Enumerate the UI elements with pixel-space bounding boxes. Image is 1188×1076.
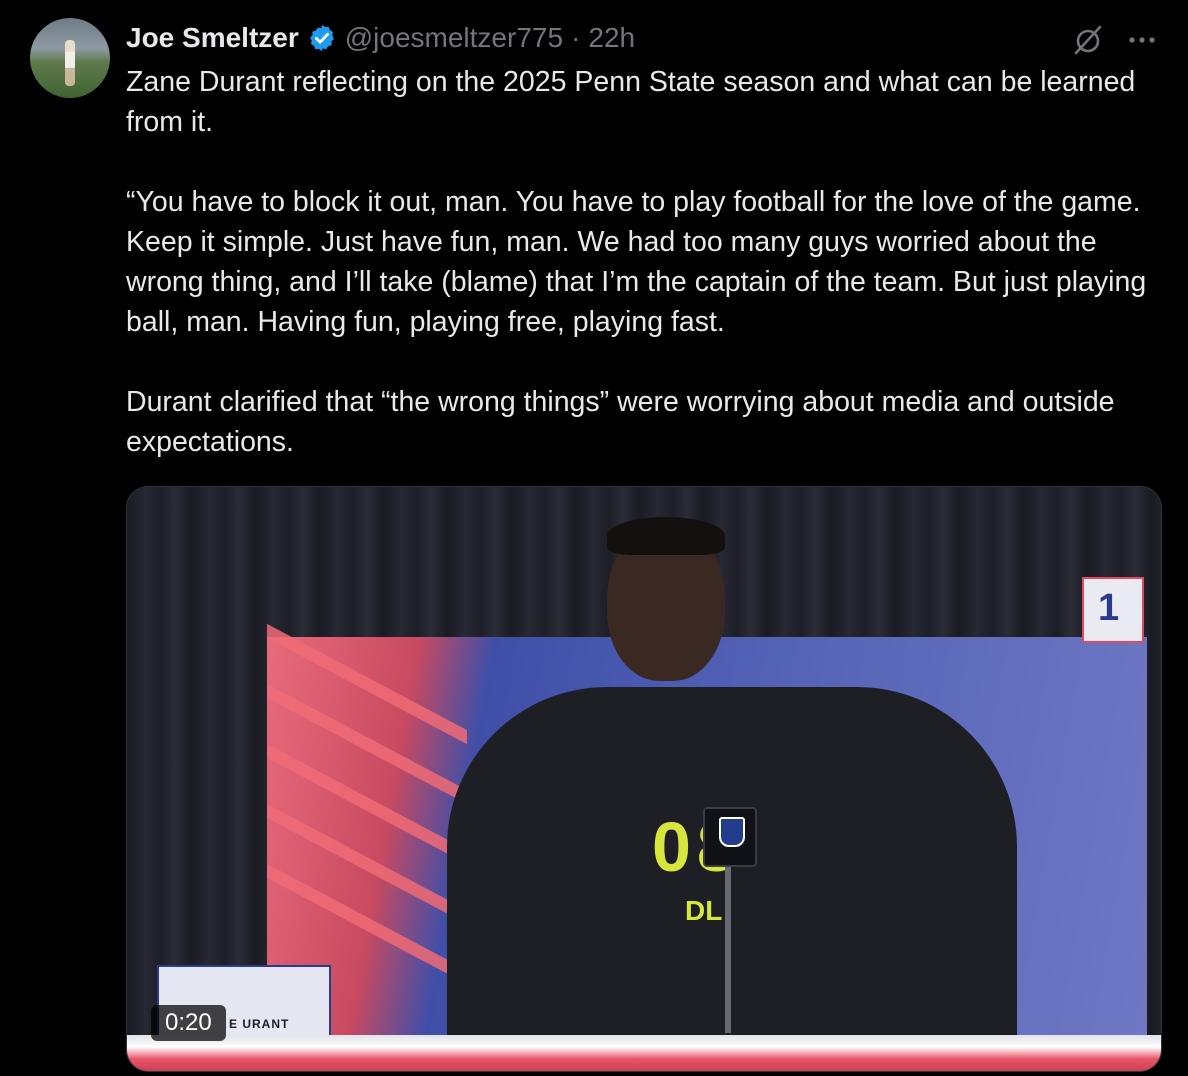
verified-badge-icon — [309, 24, 334, 52]
corner-sign-number: 1 — [1098, 587, 1120, 629]
video-duration-badge: 0:20 — [151, 1005, 226, 1041]
jersey-position: DL — [685, 895, 723, 926]
post-paragraph: Durant clarified that “the wrong things”… — [126, 386, 1115, 458]
microphone-stand — [725, 863, 731, 1033]
podium-edge — [127, 1035, 1161, 1071]
avatar[interactable] — [30, 18, 110, 98]
post-timestamp[interactable]: 22h — [588, 22, 635, 54]
nfl-shield-icon — [719, 817, 745, 847]
tweet: Joe Smeltzer @joesmeltzer775 · 22h Zane … — [0, 0, 1188, 1076]
nameplate-text: E URANT — [229, 1017, 290, 1031]
speaker-hair — [607, 517, 725, 555]
microphone — [703, 807, 757, 867]
post-header: Joe Smeltzer @joesmeltzer775 · 22h — [126, 18, 635, 58]
video-player[interactable]: 1 08 DL E URANT 0:20 — [126, 486, 1162, 1072]
separator-dot: · — [571, 22, 581, 53]
post-paragraph: “You have to block it out, man. You have… — [126, 186, 1147, 338]
corner-sign: 1 — [1082, 577, 1144, 643]
post-text: Zane Durant reflecting on the 2025 Penn … — [126, 62, 1176, 462]
grok-slash-icon[interactable] — [1070, 22, 1106, 58]
post-paragraph: Zane Durant reflecting on the 2025 Penn … — [126, 66, 1136, 138]
speaker-figure: 08 DL — [447, 517, 1017, 1037]
author-handle[interactable]: @joesmeltzer775 — [345, 22, 563, 54]
author-display-name[interactable]: Joe Smeltzer — [126, 22, 299, 54]
more-horizontal-icon[interactable] — [1124, 28, 1160, 52]
avatar-person — [65, 40, 75, 86]
